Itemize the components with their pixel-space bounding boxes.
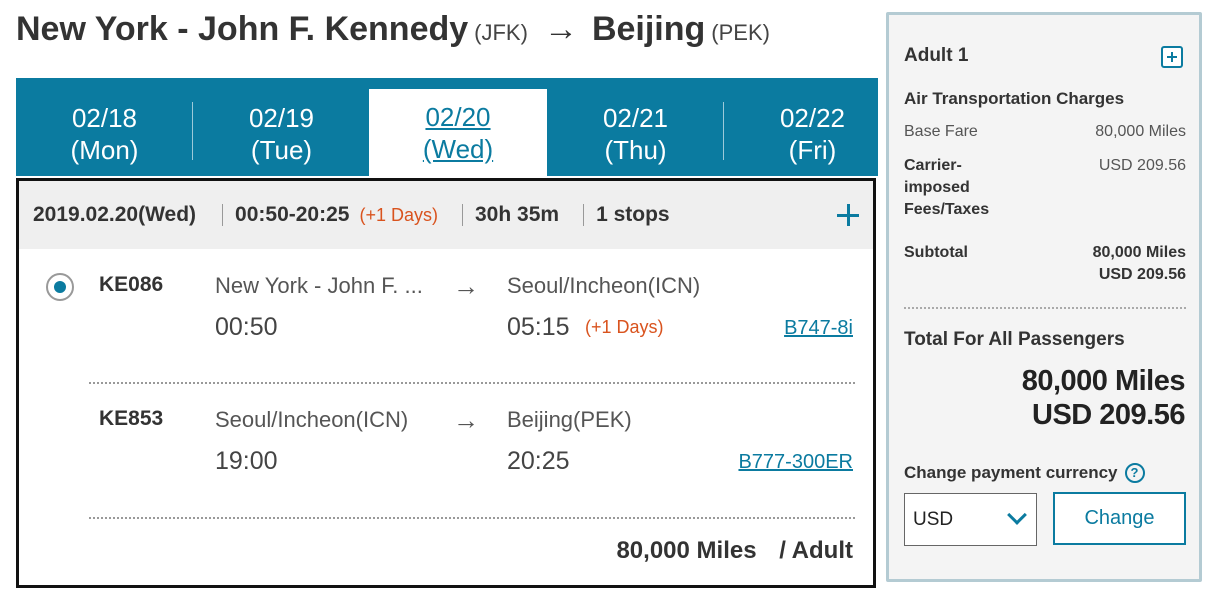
base-fare-value: 80,000 Miles bbox=[1095, 123, 1186, 140]
subtotal-usd: USD 209.56 bbox=[1098, 266, 1186, 283]
tab-date: 02/21 bbox=[602, 103, 669, 133]
tab-day: (Mon) bbox=[70, 135, 139, 165]
flight-segment-2: KE853 Seoul/Incheon(ICN) → Beijing(PEK) … bbox=[19, 405, 873, 477]
fare-summary-panel: Adult 1 Air Transportation Charges Base … bbox=[886, 12, 1202, 582]
destination-code: (PEK) bbox=[711, 20, 770, 45]
plus-days-badge: (+1 Days) bbox=[359, 204, 438, 225]
date-tab-0222[interactable]: 02/22 (Fri) bbox=[724, 90, 901, 176]
currency-select-value: USD bbox=[913, 509, 954, 530]
date-tab-0219[interactable]: 02/19 (Tue) bbox=[193, 90, 370, 176]
tab-day: (Thu) bbox=[604, 135, 667, 165]
summary-divider bbox=[222, 204, 224, 226]
date-tab-0218[interactable]: 02/18 (Mon) bbox=[16, 90, 193, 176]
date-tab-0220-selected[interactable]: 02/20 (Wed) bbox=[369, 89, 547, 176]
date-tabs: 02/18 (Mon) 02/19 (Tue) 02/20 (Wed) 02/2… bbox=[16, 78, 878, 176]
itinerary-stops: 1 stops bbox=[596, 203, 670, 226]
total-miles: 80,000 Miles bbox=[1021, 365, 1186, 397]
flight-number: KE086 bbox=[99, 273, 164, 296]
currency-label: Change payment currency ? bbox=[904, 463, 1145, 483]
tab-day: (Wed) bbox=[422, 134, 494, 164]
itinerary-time-range: 00:50-20:25 bbox=[235, 203, 350, 226]
tab-date: 02/18 bbox=[71, 103, 138, 133]
right-arrow-icon: → bbox=[453, 405, 479, 435]
charges-section-title: Air Transportation Charges bbox=[904, 89, 1125, 108]
segment-divider bbox=[89, 382, 855, 384]
aircraft-link[interactable]: B777-300ER bbox=[738, 451, 853, 474]
total-label: Total For All Passengers bbox=[904, 329, 1125, 350]
total-usd: USD 209.56 bbox=[1032, 399, 1186, 431]
origin-code: (JFK) bbox=[474, 20, 528, 45]
section-divider bbox=[904, 307, 1186, 309]
route-title: New York - John F. Kennedy (JFK) → Beiji… bbox=[16, 10, 770, 58]
passenger-label: Adult 1 bbox=[904, 45, 969, 66]
help-icon[interactable]: ? bbox=[1124, 463, 1145, 483]
segment-destination: Seoul/Incheon(ICN) bbox=[507, 273, 701, 298]
itinerary-summary: 2019.02.20(Wed) 00:50-20:25 (+1 Days) 30… bbox=[19, 181, 873, 249]
chevron-down-icon bbox=[1007, 505, 1027, 525]
change-currency-button[interactable]: Change bbox=[1053, 492, 1186, 545]
arrival-time: 05:15 bbox=[507, 313, 570, 341]
departure-time: 19:00 bbox=[215, 447, 278, 475]
taxes-label: Carrier- imposed Fees/Taxes bbox=[904, 155, 989, 221]
segment-origin: Seoul/Incheon(ICN) bbox=[215, 407, 409, 432]
price-per-adult: / Adult bbox=[779, 537, 853, 564]
arrival-time: 20:25 bbox=[507, 447, 570, 475]
base-fare-label: Base Fare bbox=[904, 123, 978, 140]
flight-option-panel: 2019.02.20(Wed) 00:50-20:25 (+1 Days) 30… bbox=[16, 178, 876, 588]
subtotal-miles: 80,000 Miles bbox=[1092, 244, 1186, 261]
right-arrow-icon: → bbox=[453, 271, 479, 301]
tab-date: 02/22 bbox=[779, 103, 846, 133]
currency-label-text: Change payment currency bbox=[904, 463, 1118, 482]
price-miles: 80,000 Miles bbox=[616, 537, 757, 564]
taxes-label-line: Fees/Taxes bbox=[904, 201, 990, 218]
right-arrow-icon: → bbox=[543, 10, 578, 48]
subtotal-label: Subtotal bbox=[904, 244, 968, 261]
taxes-value: USD 209.56 bbox=[1098, 157, 1186, 174]
summary-divider bbox=[462, 204, 463, 226]
fare-price: 80,000 Miles / Adult bbox=[616, 537, 853, 565]
aircraft-link[interactable]: B747-8i bbox=[784, 317, 853, 340]
destination-city: Beijing bbox=[591, 10, 706, 48]
tab-day: (Tue) bbox=[250, 135, 313, 165]
segment-origin: New York - John F. ... bbox=[215, 273, 423, 298]
tab-date: 02/19 bbox=[248, 103, 315, 133]
itinerary-date: 2019.02.20(Wed) bbox=[33, 203, 197, 226]
flight-segment-1: KE086 New York - John F. ... → Seoul/Inc… bbox=[19, 271, 873, 343]
tab-day: (Fri) bbox=[788, 135, 837, 165]
departure-time: 00:50 bbox=[215, 313, 278, 341]
segment-divider bbox=[89, 517, 855, 519]
taxes-label-line: Carrier- bbox=[904, 157, 962, 174]
plus-days-badge: (+1 Days) bbox=[585, 317, 664, 337]
origin-city: New York - John F. Kennedy bbox=[16, 10, 469, 48]
taxes-row: Carrier- imposed Fees/Taxes USD 209.56 bbox=[904, 155, 1186, 225]
base-fare-row: Base Fare 80,000 Miles bbox=[904, 123, 1186, 145]
flight-number: KE853 bbox=[99, 407, 164, 430]
subtotal-value: 80,000 Miles USD 209.56 bbox=[1093, 242, 1186, 286]
subtotal-row: Subtotal 80,000 Miles USD 209.56 bbox=[904, 242, 1186, 288]
expand-plus-icon[interactable] bbox=[833, 195, 863, 235]
itinerary-duration: 30h 35m bbox=[475, 203, 560, 226]
expand-plus-icon[interactable] bbox=[1161, 46, 1183, 68]
taxes-label-line: imposed bbox=[904, 179, 970, 196]
tab-date: 02/20 bbox=[425, 102, 491, 132]
segment-destination: Beijing(PEK) bbox=[507, 407, 632, 432]
summary-divider bbox=[583, 204, 585, 226]
currency-select[interactable]: USD bbox=[904, 493, 1037, 546]
date-tab-0221[interactable]: 02/21 (Thu) bbox=[547, 90, 724, 176]
